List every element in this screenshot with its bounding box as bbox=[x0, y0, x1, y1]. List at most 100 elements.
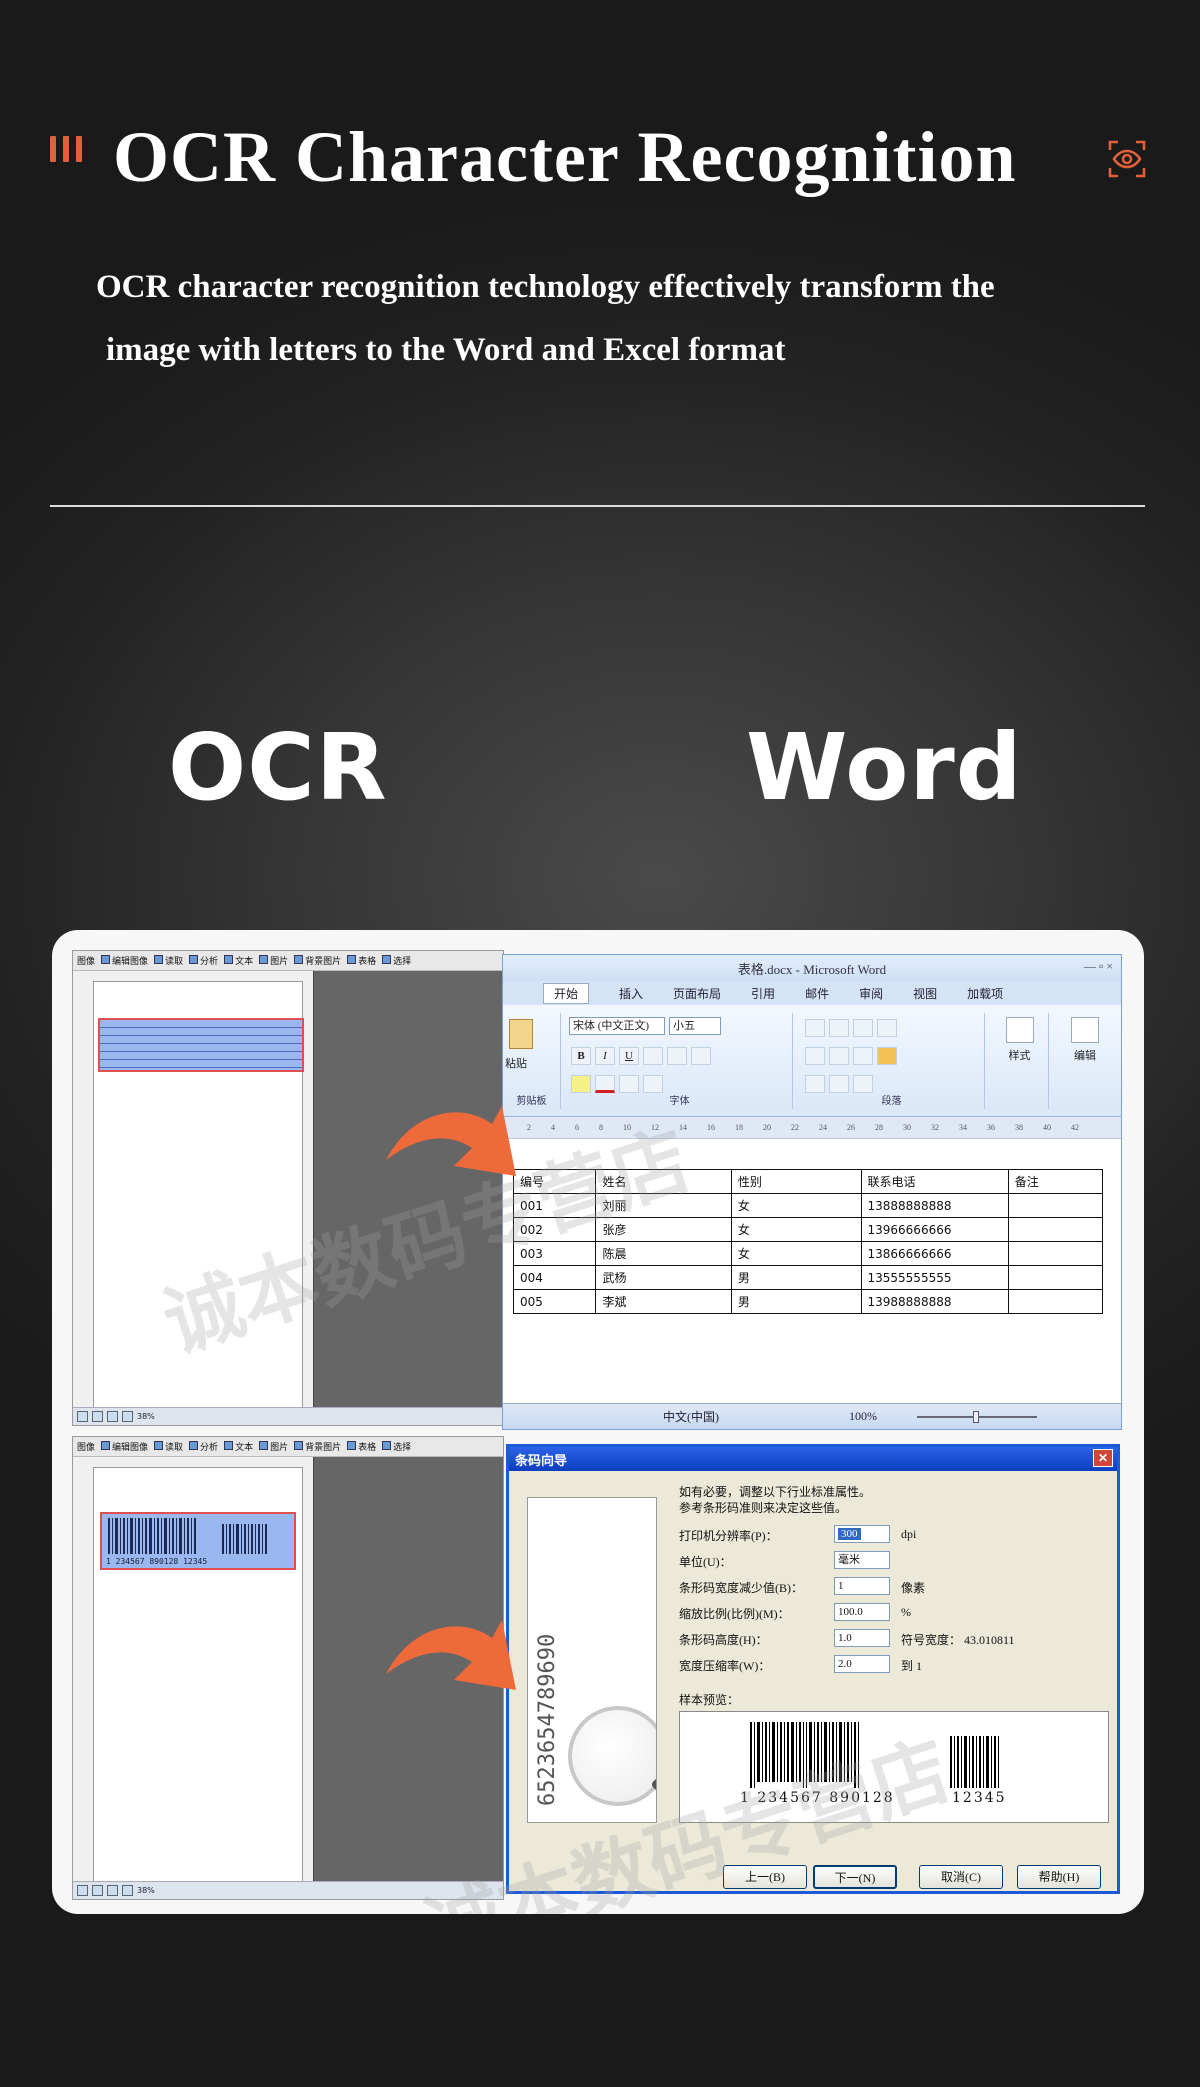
cancel-button[interactable]: 取消(C) bbox=[919, 1865, 1003, 1889]
status-zoom[interactable]: 100% bbox=[849, 1409, 877, 1424]
font-name-select[interactable]: 宋体 (中文正文) bbox=[569, 1017, 665, 1035]
tab-mailings[interactable]: 邮件 bbox=[805, 985, 829, 1002]
table-cell[interactable]: 13555555555 bbox=[860, 1265, 1009, 1290]
compression-input[interactable]: 2.0 bbox=[834, 1655, 890, 1673]
ocr-tool-image-2[interactable]: 图像 bbox=[77, 1440, 95, 1453]
ocr-tool-picture-2[interactable]: 图片 bbox=[259, 1440, 288, 1453]
table-cell[interactable]: 女 bbox=[730, 1217, 862, 1242]
tab-addins[interactable]: 加载项 bbox=[967, 985, 1003, 1002]
font-size-select[interactable]: 小五 bbox=[669, 1017, 721, 1035]
italic-button[interactable]: I bbox=[595, 1047, 615, 1065]
indent-button[interactable] bbox=[877, 1019, 897, 1037]
bullets-button[interactable] bbox=[805, 1019, 825, 1037]
table-cell[interactable] bbox=[1007, 1289, 1104, 1314]
table-cell[interactable] bbox=[1007, 1265, 1104, 1290]
superscript-button[interactable] bbox=[691, 1047, 711, 1065]
next-button[interactable]: 下一(N) bbox=[813, 1865, 897, 1889]
ocr-tool-select-2[interactable]: 选择 bbox=[382, 1440, 411, 1453]
scale-input[interactable]: 100.0 bbox=[834, 1603, 890, 1621]
unit-select[interactable]: 毫米 bbox=[834, 1551, 890, 1569]
table-header-cell[interactable]: 编号 bbox=[512, 1169, 597, 1194]
multilevel-button[interactable] bbox=[853, 1019, 873, 1037]
table-cell[interactable]: 13966666666 bbox=[860, 1217, 1009, 1242]
align-right-button[interactable] bbox=[853, 1047, 873, 1065]
table-cell[interactable]: 武杨 bbox=[595, 1265, 732, 1290]
ocr-tool-text-2[interactable]: 文本 bbox=[224, 1440, 253, 1453]
justify-button[interactable] bbox=[877, 1047, 897, 1065]
table-header-cell[interactable]: 联系电话 bbox=[860, 1169, 1009, 1194]
table-cell[interactable]: 001 bbox=[512, 1193, 597, 1218]
table-cell[interactable]: 002 bbox=[512, 1217, 597, 1242]
zoom-slider[interactable] bbox=[917, 1410, 1037, 1423]
group-styles[interactable]: 样式 bbox=[991, 1013, 1049, 1109]
ocr-tool-bg[interactable]: 背景图片 bbox=[294, 954, 341, 967]
table-cell[interactable]: 男 bbox=[730, 1265, 862, 1290]
table-cell[interactable]: 13888888888 bbox=[860, 1193, 1009, 1218]
ocr-tool-table[interactable]: 表格 bbox=[347, 954, 376, 967]
subscript-button[interactable] bbox=[667, 1047, 687, 1065]
back-button[interactable]: 上一(B) bbox=[723, 1865, 807, 1889]
table-cell[interactable]: 13988888888 bbox=[860, 1289, 1009, 1314]
document-body[interactable]: 编号 姓名 性别 联系电话 备注 001 刘丽女 13888888888 002 张彦… bbox=[512, 1169, 1104, 1314]
status-language[interactable]: 中文(中国) bbox=[663, 1408, 719, 1425]
table-cell[interactable]: 陈晨 bbox=[595, 1241, 732, 1266]
ocr-tool-analyze-2[interactable]: 分析 bbox=[189, 1440, 218, 1453]
table-cell[interactable]: 005 bbox=[512, 1289, 597, 1314]
table-cell[interactable]: 004 bbox=[512, 1265, 597, 1290]
numbering-button[interactable] bbox=[829, 1019, 849, 1037]
ocr-tool-bg-2[interactable]: 背景图片 bbox=[294, 1440, 341, 1453]
underline-button[interactable]: U bbox=[619, 1047, 639, 1065]
paste-icon[interactable] bbox=[509, 1019, 533, 1049]
ocr-tool-table-2[interactable]: 表格 bbox=[347, 1440, 376, 1453]
ocr-tool-picture[interactable]: 图片 bbox=[259, 954, 288, 967]
align-left-button[interactable] bbox=[805, 1047, 825, 1065]
ocr-tool-read[interactable]: 读取 bbox=[154, 954, 183, 967]
table-header-cell[interactable]: 姓名 bbox=[595, 1169, 732, 1194]
tab-view[interactable]: 视图 bbox=[913, 985, 937, 1002]
table-cell[interactable] bbox=[1007, 1217, 1104, 1242]
strike-button[interactable] bbox=[643, 1047, 663, 1065]
width-reduction-input[interactable]: 1 bbox=[834, 1577, 890, 1595]
tab-layout[interactable]: 页面布局 bbox=[673, 985, 721, 1002]
ruler[interactable]: 2 4 6 8 10 12 14 16 18 20 22 24 26 28 30 32 34 36 38 40 42 bbox=[503, 1117, 1121, 1139]
help-button[interactable]: 帮助(H) bbox=[1017, 1865, 1101, 1889]
shading-button[interactable] bbox=[805, 1075, 825, 1093]
borders-button[interactable] bbox=[829, 1075, 849, 1093]
ocr-tool-read-2[interactable]: 读取 bbox=[154, 1440, 183, 1453]
close-icon[interactable]: ✕ bbox=[1093, 1449, 1113, 1467]
ocr-tool-text[interactable]: 文本 bbox=[224, 954, 253, 967]
tab-insert[interactable]: 插入 bbox=[619, 985, 643, 1002]
tab-references[interactable]: 引用 bbox=[751, 985, 775, 1002]
table-cell[interactable]: 女 bbox=[730, 1193, 862, 1218]
ocr-tool-edit-2[interactable]: 编辑图像 bbox=[101, 1440, 148, 1453]
bold-button[interactable]: B bbox=[571, 1047, 591, 1065]
paste-label[interactable]: 粘贴 bbox=[505, 1055, 527, 1071]
table-cell[interactable]: 13866666666 bbox=[860, 1241, 1009, 1266]
case-button[interactable] bbox=[619, 1075, 639, 1093]
resolution-select[interactable]: 300 bbox=[834, 1525, 890, 1543]
table-cell[interactable] bbox=[1007, 1241, 1104, 1266]
table-cell[interactable] bbox=[1007, 1193, 1104, 1218]
ocr-tool-edit[interactable]: 编辑图像 bbox=[101, 954, 148, 967]
ocr-tool-select[interactable]: 选择 bbox=[382, 954, 411, 967]
table-header-cell[interactable]: 性别 bbox=[730, 1169, 862, 1194]
table-cell[interactable]: 男 bbox=[730, 1289, 862, 1314]
sort-button[interactable] bbox=[853, 1075, 873, 1093]
highlight-button[interactable] bbox=[571, 1075, 591, 1093]
table-cell[interactable]: 刘丽 bbox=[595, 1193, 732, 1218]
table-cell[interactable]: 003 bbox=[512, 1241, 597, 1266]
table-cell[interactable]: 李斌 bbox=[595, 1289, 732, 1314]
font-color-button[interactable] bbox=[595, 1075, 615, 1093]
window-controls[interactable]: — ▫ × bbox=[1084, 959, 1113, 974]
height-input[interactable]: 1.0 bbox=[834, 1629, 890, 1647]
ocr-tool-analyze[interactable]: 分析 bbox=[189, 954, 218, 967]
group-editing[interactable]: 编辑 bbox=[1055, 1013, 1115, 1109]
grow-font-button[interactable] bbox=[643, 1075, 663, 1093]
table-header-cell[interactable]: 备注 bbox=[1007, 1169, 1104, 1194]
ocr-tool-image[interactable]: 图像 bbox=[77, 954, 95, 967]
align-center-button[interactable] bbox=[829, 1047, 849, 1065]
tab-review[interactable]: 审阅 bbox=[859, 985, 883, 1002]
table-cell[interactable]: 女 bbox=[730, 1241, 862, 1266]
tab-home[interactable]: 开始 bbox=[543, 982, 590, 1004]
table-cell[interactable]: 张彦 bbox=[595, 1217, 732, 1242]
